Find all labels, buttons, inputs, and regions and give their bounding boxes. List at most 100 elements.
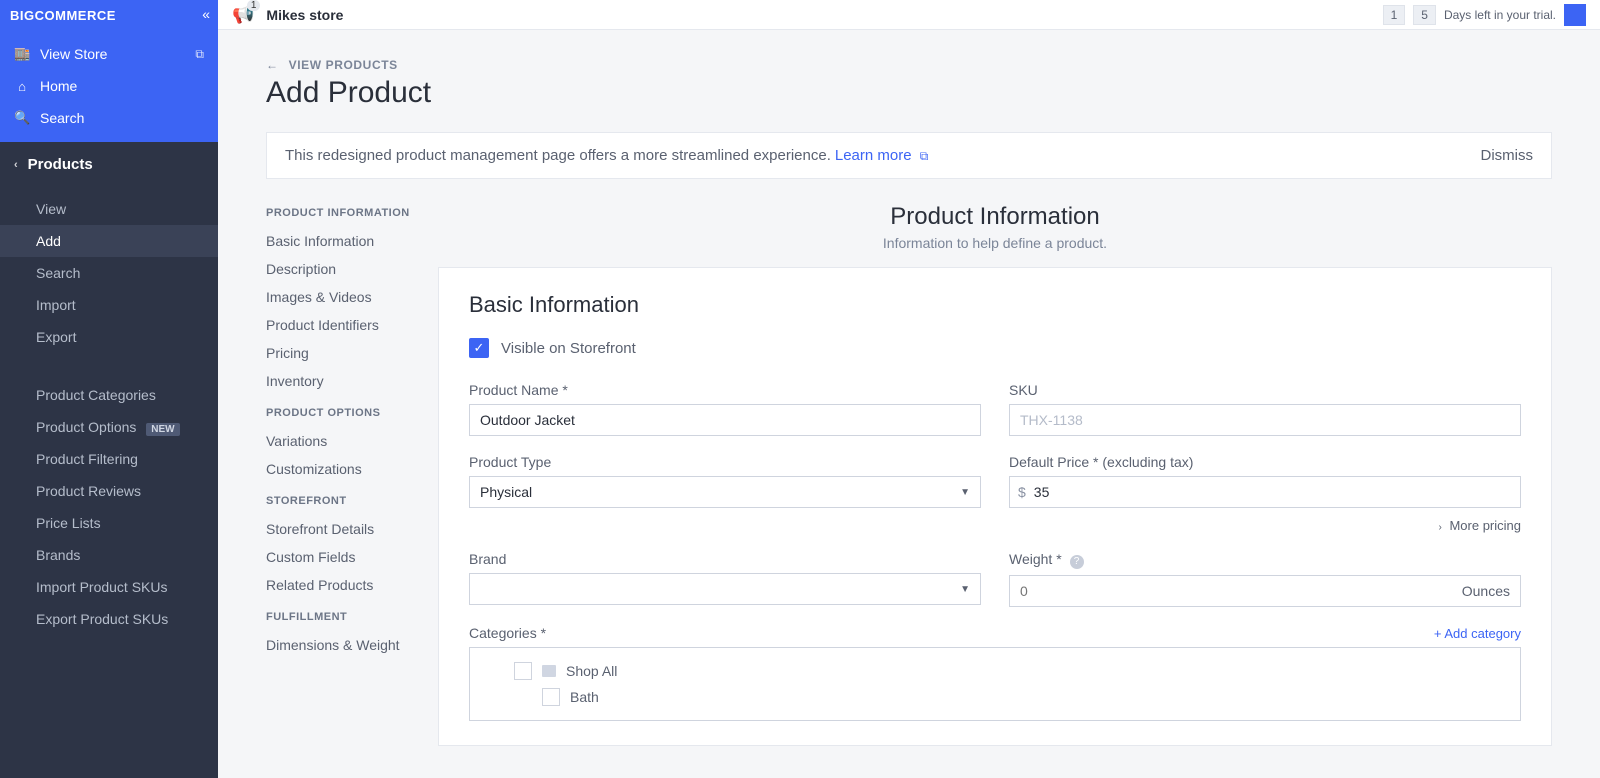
notice-dismiss-button[interactable]: Dismiss <box>1481 147 1534 164</box>
sidebar-item-pricelists[interactable]: Price Lists <box>0 507 218 539</box>
back-link[interactable]: ← VIEW PRODUCTS <box>266 58 1552 72</box>
nav-search[interactable]: 🔍 Search <box>0 102 218 134</box>
workspace: PRODUCT INFORMATION Basic Information De… <box>266 203 1552 746</box>
weight-input[interactable] <box>1010 576 1452 606</box>
chevron-left-icon: ‹ <box>14 159 18 171</box>
collapse-sidebar-button[interactable]: « <box>202 6 210 22</box>
weight-input-wrap: Ounces <box>1009 575 1521 607</box>
brand-select[interactable]: ▼ <box>469 573 981 605</box>
trial-text: Days left in your trial. <box>1444 8 1556 22</box>
category-label: Bath <box>570 689 599 705</box>
form-area: Product Information Information to help … <box>438 203 1552 746</box>
product-name-input[interactable] <box>469 404 981 436</box>
sidebar-item-export-skus[interactable]: Export Product SKUs <box>0 603 218 635</box>
trial-day-2: 5 <box>1413 5 1436 25</box>
plus-icon: + <box>1434 626 1442 641</box>
more-pricing-toggle[interactable]: › More pricing <box>1009 518 1521 533</box>
notification-count: 1 <box>247 0 261 11</box>
category-checkbox[interactable] <box>514 662 532 680</box>
external-link-icon: ⧉ <box>920 149 929 163</box>
trial-day-1: 1 <box>1383 5 1406 25</box>
sidebar-item-reviews[interactable]: Product Reviews <box>0 475 218 507</box>
sidebar-item-label: Product Options <box>36 419 136 435</box>
field-sku: SKU <box>1009 382 1521 436</box>
sidebar-item-search[interactable]: Search <box>0 257 218 289</box>
card-title: Basic Information <box>469 292 1521 318</box>
sidebar-item-brands[interactable]: Brands <box>0 539 218 571</box>
basic-info-card: Basic Information ✓ Visible on Storefron… <box>438 267 1552 746</box>
price-input[interactable] <box>1034 477 1520 507</box>
qn-basic-info[interactable]: Basic Information <box>266 227 438 255</box>
qn-pricing[interactable]: Pricing <box>266 339 438 367</box>
select-value: Physical <box>480 484 532 500</box>
label: Product Name * <box>469 382 981 398</box>
field-product-type: Product Type Physical ▼ <box>469 454 981 533</box>
folder-icon <box>542 665 556 677</box>
chevron-right-icon: › <box>1439 522 1442 533</box>
sidebar-brand-bar: BIGCOMMERCE « <box>0 0 218 30</box>
section-subtitle: Information to help define a product. <box>438 235 1552 251</box>
qn-custom-fields[interactable]: Custom Fields <box>266 543 438 571</box>
qn-description[interactable]: Description <box>266 255 438 283</box>
label: SKU <box>1009 382 1521 398</box>
upgrade-button[interactable] <box>1564 4 1586 26</box>
visible-checkbox[interactable]: ✓ <box>469 338 489 358</box>
sidebar-main: ‹ Products View Add Search Import Export… <box>0 142 218 778</box>
qn-customizations[interactable]: Customizations <box>266 455 438 483</box>
category-row: Bath <box>486 684 1504 710</box>
qn-dimensions[interactable]: Dimensions & Weight <box>266 631 438 659</box>
sidebar-item-export[interactable]: Export <box>0 321 218 353</box>
label: Categories * <box>469 625 546 641</box>
new-badge: NEW <box>146 423 179 436</box>
qn-identifiers[interactable]: Product Identifiers <box>266 311 438 339</box>
store-icon: 🏬 <box>14 46 30 62</box>
section-nav: PRODUCT INFORMATION Basic Information De… <box>266 203 438 746</box>
qn-images[interactable]: Images & Videos <box>266 283 438 311</box>
category-row: Shop All <box>486 658 1504 684</box>
help-icon[interactable]: ? <box>1070 555 1084 569</box>
sidebar-item-filtering[interactable]: Product Filtering <box>0 443 218 475</box>
store-name: Mikes store <box>266 7 343 23</box>
qn-storefront-details[interactable]: Storefront Details <box>266 515 438 543</box>
category-checkbox[interactable] <box>542 688 560 706</box>
qn-related[interactable]: Related Products <box>266 571 438 599</box>
currency-symbol: $ <box>1010 484 1034 500</box>
price-input-wrap: $ <box>1009 476 1521 508</box>
visible-label: Visible on Storefront <box>501 340 636 357</box>
section-label: Products <box>28 156 93 173</box>
nav-label: Home <box>40 78 77 94</box>
sidebar-current-section[interactable]: ‹ Products <box>0 142 218 187</box>
sku-input[interactable] <box>1009 404 1521 436</box>
qn-variations[interactable]: Variations <box>266 427 438 455</box>
sidebar-sublist: View Add Search Import Export <box>0 187 218 359</box>
sidebar-item-import-skus[interactable]: Import Product SKUs <box>0 571 218 603</box>
form-grid: Product Name * SKU Product Type Physic <box>469 382 1521 721</box>
sidebar-group: Product Categories Product Options NEW P… <box>0 359 218 641</box>
notifications-button[interactable]: 📢 1 <box>232 4 254 25</box>
field-default-price: Default Price * (excluding tax) $ › More… <box>1009 454 1521 533</box>
notice-text: This redesigned product management page … <box>285 147 831 164</box>
field-brand: Brand ▼ <box>469 551 981 607</box>
chevron-down-icon: ▼ <box>960 584 970 595</box>
field-product-name: Product Name * <box>469 382 981 436</box>
product-type-select[interactable]: Physical ▼ <box>469 476 981 508</box>
nav-label: Search <box>40 110 84 126</box>
qn-inventory[interactable]: Inventory <box>266 367 438 395</box>
page-title: Add Product <box>266 76 1552 110</box>
qn-heading: FULFILLMENT <box>266 611 438 623</box>
sidebar-item-import[interactable]: Import <box>0 289 218 321</box>
field-weight: Weight * ? Ounces <box>1009 551 1521 607</box>
nav-view-store[interactable]: 🏬 View Store ⧉ <box>0 38 218 70</box>
nav-home[interactable]: ⌂ Home <box>0 70 218 102</box>
notice-learn-more-link[interactable]: Learn more ⧉ <box>835 147 928 164</box>
sidebar-item-add[interactable]: Add <box>0 225 218 257</box>
field-categories: Categories * + Add category <box>469 625 1521 721</box>
sidebar-item-view[interactable]: View <box>0 193 218 225</box>
brand-logo: BIGCOMMERCE <box>10 8 116 23</box>
sidebar-item-options[interactable]: Product Options NEW <box>0 411 218 443</box>
sidebar-item-categories[interactable]: Product Categories <box>0 379 218 411</box>
sidebar: BIGCOMMERCE « 🏬 View Store ⧉ ⌂ Home 🔍 Se… <box>0 0 218 778</box>
add-category-button[interactable]: + Add category <box>1434 626 1521 641</box>
label: Weight * ? <box>1009 551 1521 569</box>
qn-heading: PRODUCT OPTIONS <box>266 407 438 419</box>
